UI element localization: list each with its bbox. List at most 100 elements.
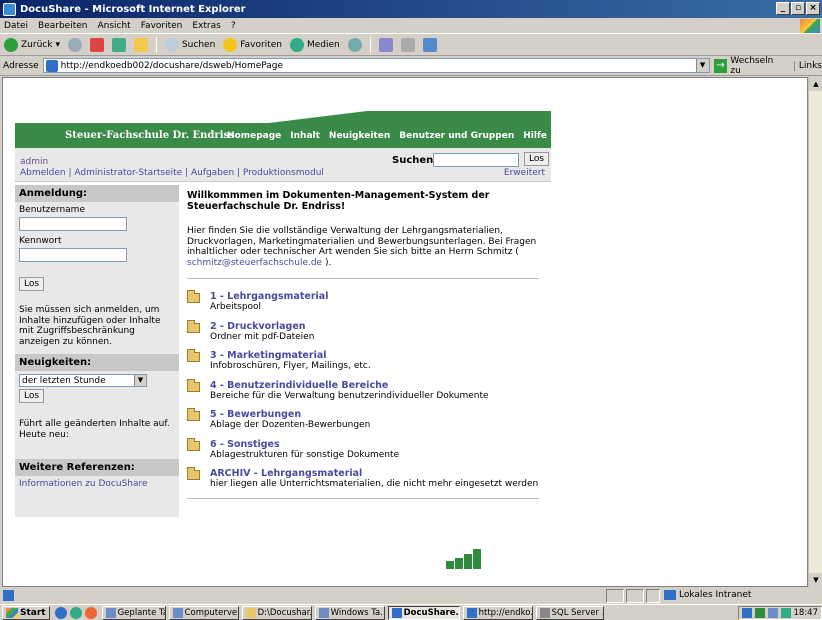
scroll-up-icon[interactable]: ▲ — [809, 77, 822, 91]
site-search-input[interactable] — [433, 153, 519, 167]
forward-icon[interactable] — [67, 37, 82, 52]
nav-benutzer-gruppen[interactable]: Benutzer und Gruppen — [399, 131, 514, 141]
print-icon[interactable] — [400, 37, 415, 52]
menu-help[interactable]: ? — [231, 21, 236, 31]
site-search-button[interactable]: Los — [524, 152, 550, 166]
logo-bar — [446, 561, 454, 569]
ie-quicklaunch-icon[interactable] — [54, 606, 67, 619]
folder-desc: Infobroschüren, Flyer, Mailings, etc. — [210, 361, 371, 371]
folder-title[interactable]: 3 - Marketingmaterial — [210, 350, 371, 361]
menu-ansicht[interactable]: Ansicht — [97, 21, 130, 31]
desktop-icon[interactable] — [69, 606, 82, 619]
go-arrow-icon: → — [713, 58, 728, 73]
mail-icon[interactable] — [378, 37, 393, 52]
task-button[interactable]: Windows Ta... — [314, 605, 385, 620]
task-label: D:\Docushar... — [257, 607, 312, 618]
favorites-button[interactable]: Favoriten — [223, 37, 282, 52]
start-label: Start — [20, 607, 46, 618]
menu-datei[interactable]: Datei — [4, 21, 28, 31]
status-pane — [606, 589, 624, 603]
docushare-info-link[interactable]: Informationen zu DocuShare — [19, 479, 148, 489]
refs-heading: Weitere Referenzen: — [15, 459, 179, 476]
nav-hilfe[interactable]: Hilfe — [523, 131, 547, 141]
stop-icon[interactable] — [89, 37, 104, 52]
password-field[interactable] — [19, 248, 127, 262]
refresh-icon[interactable] — [111, 37, 126, 52]
task-button[interactable]: Computerve... — [168, 605, 239, 620]
tray-icon[interactable] — [780, 608, 791, 618]
edit-icon[interactable] — [422, 37, 437, 52]
task-button[interactable]: http://endko... — [462, 605, 533, 620]
back-label: Zurück — [21, 39, 53, 50]
nav-homepage[interactable]: Homepage — [227, 131, 281, 141]
scroll-down-icon[interactable]: ▼ — [809, 573, 822, 587]
go-button[interactable]: → Wechseln zu — [713, 56, 786, 76]
task-button[interactable]: Geplante Ta... — [101, 605, 166, 620]
maximize-button[interactable]: ▫ — [791, 2, 805, 15]
task-icon — [105, 607, 116, 618]
nav-neuigkeiten[interactable]: Neuigkeiten — [329, 131, 390, 141]
folder-item[interactable]: 4 - Benutzerindividuelle Bereiche Bereic… — [187, 378, 547, 402]
taskbar: Start Geplante Ta... Computerve... D:\Do… — [0, 604, 822, 620]
divider — [187, 497, 539, 499]
menu-bearbeiten[interactable]: Bearbeiten — [38, 21, 87, 31]
folder-item[interactable]: ARCHIV - Lehrgangsmaterial hier liegen a… — [187, 467, 547, 490]
task-button[interactable]: SQL Server ... — [535, 605, 604, 620]
folder-title[interactable]: 1 - Lehrgangsmaterial — [210, 291, 328, 302]
tray-icon[interactable] — [741, 608, 752, 618]
login-heading: Anmeldung: — [15, 185, 179, 202]
home-icon[interactable] — [133, 37, 148, 52]
folder-title[interactable]: 5 - Bewerbungen — [210, 409, 370, 420]
folder-title[interactable]: ARCHIV - Lehrgangsmaterial — [210, 468, 538, 479]
current-user[interactable]: admin — [20, 157, 48, 167]
logo-bar — [455, 558, 463, 569]
news-note: Führt alle geänderten Inhalte auf. Heute… — [19, 419, 170, 440]
menu-favoriten[interactable]: Favoriten — [141, 21, 183, 31]
page-status-icon — [3, 590, 14, 601]
system-tray: 18:47 — [737, 606, 822, 620]
news-button[interactable]: Los — [19, 389, 45, 403]
vertical-scrollbar[interactable]: ▲ ▼ — [808, 77, 822, 587]
history-icon[interactable] — [347, 37, 362, 52]
welcome-heading: Willkommmen im Dokumenten-Management-Sys… — [187, 190, 490, 212]
news-period-select[interactable]: der letzten Stunde ▼ — [19, 374, 147, 387]
task-button-active[interactable]: DocuShare... — [387, 605, 460, 620]
folder-title[interactable]: 4 - Benutzerindividuelle Bereiche — [210, 380, 489, 391]
task-label: http://endko... — [478, 607, 533, 618]
media-button[interactable]: Medien — [289, 37, 340, 52]
folder-item[interactable]: 2 - Druckvorlagen Ordner mit pdf-Dateien — [187, 319, 547, 343]
folder-item[interactable]: 1 - Lehrgangsmaterial Arbeitspool — [187, 290, 547, 313]
search-button[interactable]: Suchen — [164, 37, 215, 52]
folder-title[interactable]: 2 - Druckvorlagen — [210, 321, 314, 332]
links-button[interactable]: Links — [793, 60, 822, 71]
nav-inhalt[interactable]: Inhalt — [290, 131, 320, 141]
folder-item[interactable]: 5 - Bewerbungen Ablage der Dozenten-Bewe… — [187, 408, 547, 431]
intro-text: Hier finden Sie die vollständige Verwalt… — [187, 226, 547, 268]
tray-icon[interactable] — [754, 608, 765, 618]
menu-extras[interactable]: Extras — [192, 21, 220, 31]
minimize-button[interactable]: _ — [776, 2, 790, 15]
task-button[interactable]: D:\Docushar... — [241, 605, 312, 620]
media-player-icon[interactable] — [84, 606, 97, 619]
login-button[interactable]: Los — [19, 277, 45, 291]
address-dropdown-icon[interactable]: ▼ — [695, 59, 709, 72]
zone-indicator: Lokales Intranet — [664, 590, 751, 600]
favorites-label: Favoriten — [240, 39, 282, 50]
advanced-search-link[interactable]: Erweitert — [504, 168, 545, 178]
task-label: Computerve... — [184, 607, 238, 618]
site-banner: Steuer-Fachschule Dr. Endriss Homepage I… — [15, 111, 551, 148]
windows-flag-icon — [6, 607, 18, 618]
folder-title[interactable]: 6 - Sonstiges — [210, 439, 399, 450]
address-input[interactable]: http://endkoedb002/docushare/dsweb/HomeP… — [42, 58, 710, 73]
menu-bar: Datei Bearbeiten Ansicht Favoriten Extra… — [0, 18, 822, 34]
tray-icon[interactable] — [767, 608, 778, 618]
close-button[interactable]: × — [806, 2, 820, 15]
start-button[interactable]: Start — [2, 605, 50, 620]
username-field[interactable] — [19, 217, 127, 231]
contact-email-link[interactable]: schmitz@steuerfachschule.de — [187, 258, 322, 268]
user-links[interactable]: Abmelden | Administrator-Startseite | Au… — [20, 168, 324, 178]
back-button[interactable]: Zurück ▾ — [4, 37, 60, 52]
intro-body: Hier finden Sie die vollständige Verwalt… — [187, 226, 537, 257]
folder-item[interactable]: 3 - Marketingmaterial Infobroschüren, Fl… — [187, 349, 547, 372]
folder-item[interactable]: 6 - Sonstiges Ablagestrukturen für sonst… — [187, 437, 547, 461]
